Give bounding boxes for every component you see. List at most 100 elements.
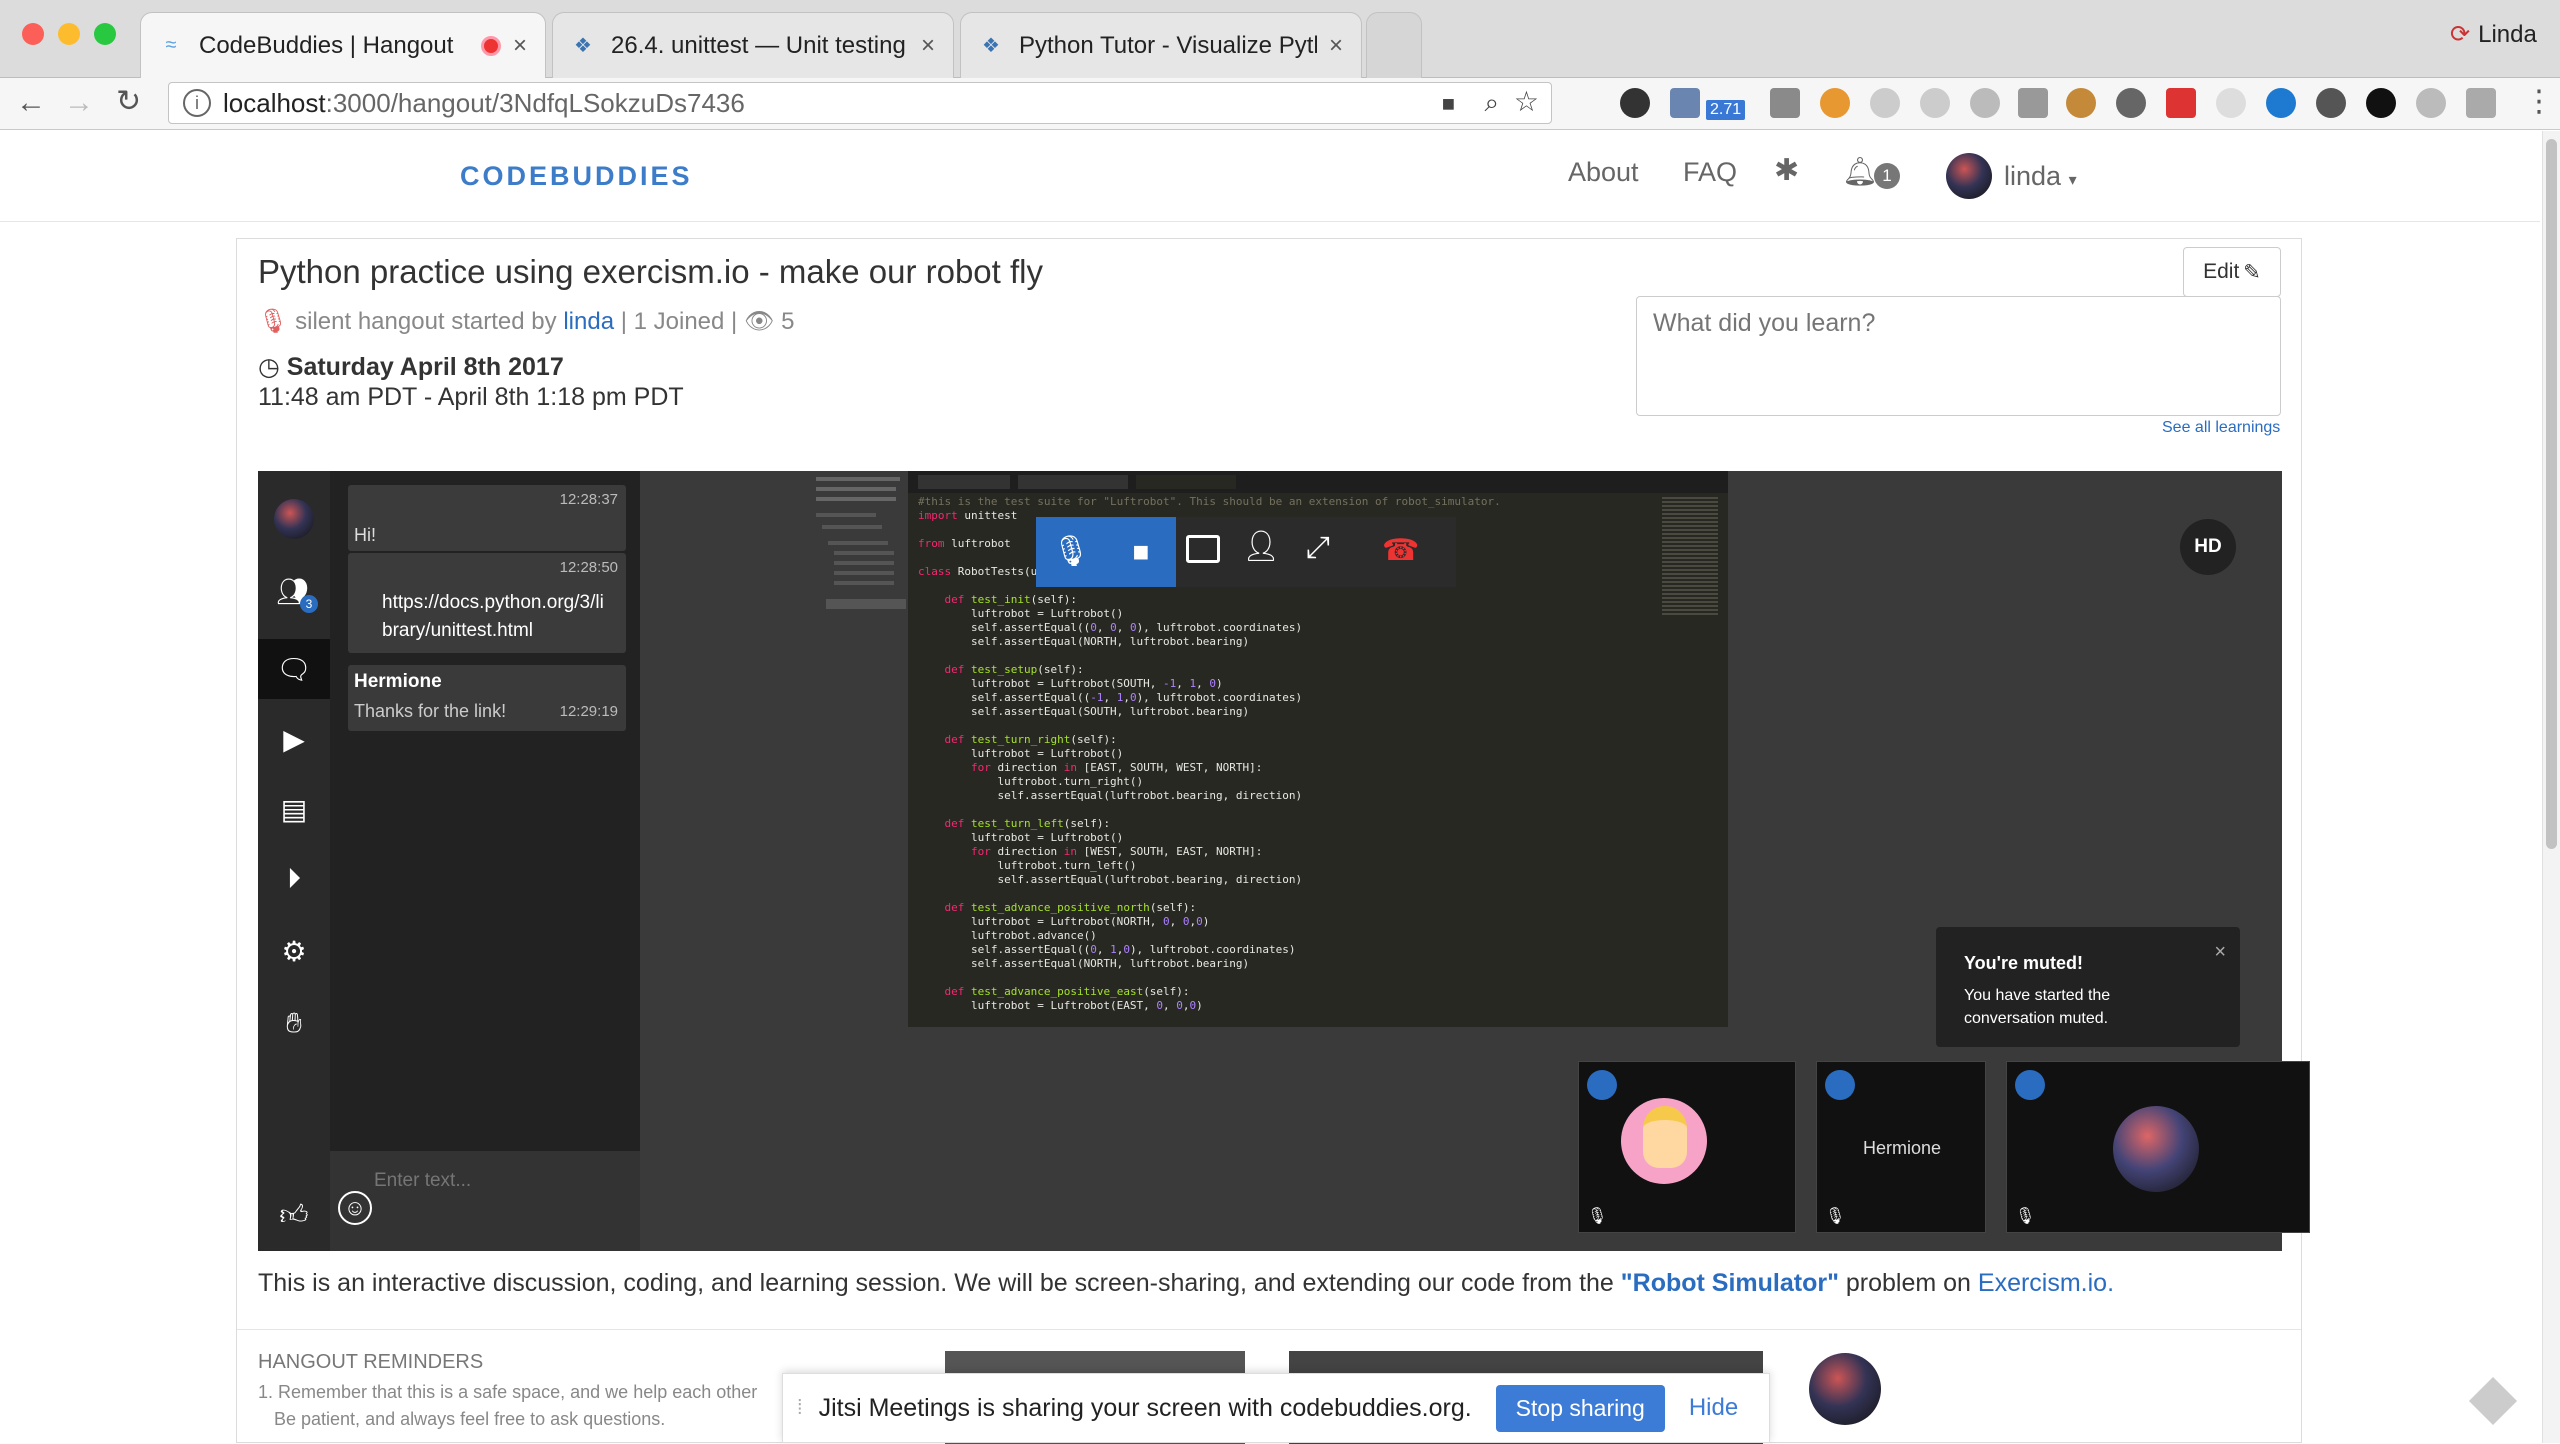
screen-share-icon[interactable] <box>1186 535 1220 563</box>
edit-button[interactable]: Edit ✎ <box>2183 247 2281 297</box>
bookmark-star-icon[interactable]: ☆ <box>1514 85 1539 118</box>
extension-icon[interactable] <box>1670 88 1700 118</box>
robot-simulator-link[interactable]: "Robot Simulator" <box>1621 1269 1839 1297</box>
extension-icon[interactable] <box>2266 88 2296 118</box>
address-bar[interactable]: i localhost:3000/hangout/3NdfqLSokzuDs74… <box>168 82 1552 124</box>
chat-message: 12:28:37 Hi! <box>348 485 626 551</box>
nav-faq[interactable]: FAQ <box>1683 157 1737 188</box>
close-window-icon[interactable] <box>22 23 44 45</box>
notifications-bell-icon[interactable]: 🔔︎ <box>1842 155 1878 188</box>
close-tab-icon[interactable]: × <box>921 32 935 60</box>
camera-icon[interactable]: ■ <box>1442 91 1455 117</box>
profile-badge[interactable]: ⟳ Linda <box>2450 20 2537 49</box>
notification-count: 1 <box>1874 163 1900 189</box>
raise-hand-icon[interactable]: ✋︎ <box>276 1005 312 1041</box>
forward-icon[interactable]: → <box>64 86 94 120</box>
conference-toolbar: 👥︎ 3 🗨︎ ▶ ▤ ⏵ ⚙ ✋︎ 👍︎ <box>258 471 330 1251</box>
extension-icon[interactable] <box>2466 88 2496 118</box>
learning-input[interactable] <box>1636 296 2281 416</box>
video-conference: 👥︎ 3 🗨︎ ▶ ▤ ⏵ ⚙ ✋︎ 👍︎ 12:28:37 Hi! 12:28… <box>258 471 2310 1251</box>
close-tab-icon[interactable]: × <box>513 32 527 60</box>
recording-play-icon[interactable]: ⏵ <box>276 861 312 897</box>
extension-icon[interactable] <box>2116 88 2146 118</box>
file-tree <box>812 471 908 1039</box>
hangup-icon[interactable]: ☎ <box>1382 533 1419 568</box>
recording-icon <box>480 35 501 56</box>
tab-unittest-docs[interactable]: ❖ 26.4. unittest — Unit testing fr × <box>552 12 954 78</box>
camera-toggle[interactable]: ■ <box>1106 517 1176 587</box>
hide-button[interactable]: Hide <box>1689 1394 1738 1422</box>
signal-icon <box>2015 1070 2045 1100</box>
profile-icon: ⟳ <box>2450 21 2471 48</box>
nav-about[interactable]: About <box>1568 157 1639 188</box>
section-divider <box>237 1329 2301 1330</box>
hangout-description: This is an interactive discussion, codin… <box>258 1269 2115 1297</box>
chat-message: 12:28:50 https://docs.python.org/3/libra… <box>348 553 626 653</box>
editor-statusbar <box>812 1027 1728 1039</box>
reload-icon[interactable]: ↻ <box>116 84 141 119</box>
extension-icon[interactable] <box>2166 88 2196 118</box>
menu-icon[interactable]: ⋮ <box>2524 84 2554 119</box>
user-avatar[interactable] <box>1946 153 1992 199</box>
editor-tabs <box>908 471 1728 493</box>
stop-sharing-button[interactable]: Stop sharing <box>1495 1384 1665 1432</box>
extension-icon[interactable] <box>2316 88 2346 118</box>
participant-thumbnail[interactable]: 🎙︎ <box>2006 1061 2310 1233</box>
avatar[interactable] <box>274 499 314 539</box>
thumbs-up-icon[interactable]: 👍︎ <box>276 1197 312 1233</box>
extension-icon[interactable] <box>1620 88 1650 118</box>
eye-icon: 👁︎ <box>743 308 775 335</box>
scrollbar-thumb[interactable] <box>2546 139 2557 849</box>
extension-icon[interactable] <box>2066 88 2096 118</box>
play-video-icon[interactable]: ▶ <box>276 721 312 757</box>
clock-icon: ◷ <box>258 353 280 381</box>
muted-mic-icon: 🎙︎ <box>1587 1208 1608 1225</box>
extension-badge: 2.71 <box>1706 100 1746 120</box>
extension-icon[interactable] <box>1920 88 1950 118</box>
edit-icon: ✎ <box>2243 260 2261 284</box>
drag-handle-icon[interactable]: ⁞ <box>797 1397 803 1420</box>
host-link[interactable]: linda <box>563 308 614 335</box>
extension-icon[interactable] <box>2366 88 2396 118</box>
exercism-link[interactable]: Exercism.io. <box>1978 1269 2114 1297</box>
zoom-icon[interactable]: ⌕ <box>1484 87 1499 119</box>
extension-icon[interactable] <box>1970 88 2000 118</box>
participant-thumbnail[interactable]: 🎙︎ <box>1578 1061 1796 1233</box>
extension-icon[interactable] <box>2018 88 2048 118</box>
extension-icon[interactable] <box>2216 88 2246 118</box>
brand-logo[interactable]: CODEBUDDIES <box>460 161 693 192</box>
document-icon[interactable]: ▤ <box>276 791 312 827</box>
see-all-learnings-link[interactable]: See all learnings <box>2162 419 2280 437</box>
tab-python-tutor[interactable]: ❖ Python Tutor - Visualize Pytho × <box>960 12 1362 78</box>
settings-gear-icon[interactable]: ⚙ <box>276 933 312 969</box>
user-menu[interactable]: linda ▾ <box>2004 161 2077 192</box>
invite-icon[interactable]: 👤︎ <box>1242 529 1280 564</box>
fullscreen-icon[interactable]: ⤢ <box>1306 531 1330 565</box>
extension-icon[interactable] <box>1770 88 1800 118</box>
minimize-window-icon[interactable] <box>58 23 80 45</box>
page-scrollbar[interactable] <box>2542 131 2560 1443</box>
close-tab-icon[interactable]: × <box>1329 32 1343 60</box>
mic-toggle[interactable]: 🎙︎ <box>1036 517 1106 587</box>
scroll-to-top-icon[interactable] <box>2468 1376 2518 1426</box>
chat-input[interactable] <box>374 1165 630 1197</box>
extension-icon[interactable] <box>1820 88 1850 118</box>
chat-icon[interactable]: 🗨︎ <box>276 651 312 687</box>
extension-icon[interactable] <box>1870 88 1900 118</box>
tab-codebuddies[interactable]: ≈ CodeBuddies | Hangout × <box>140 12 546 78</box>
signal-icon <box>1587 1070 1617 1100</box>
hangout-panel: Python practice using exercism.io - make… <box>236 238 2310 1444</box>
python-icon: ❖ <box>982 35 1000 57</box>
back-icon[interactable]: ← <box>16 86 46 120</box>
new-tab-button[interactable] <box>1366 12 1422 78</box>
settings-gear-icon[interactable]: ✱ <box>1774 153 1799 188</box>
extension-icon[interactable] <box>2416 88 2446 118</box>
chat-link[interactable]: https://docs.python.org/3/library/unitte… <box>382 589 610 645</box>
screen-sharing-bar: ⁞ Jitsi Meetings is sharing your screen … <box>782 1373 1770 1443</box>
close-icon[interactable]: × <box>2214 941 2226 964</box>
maximize-window-icon[interactable] <box>94 23 116 45</box>
participant-thumbnail[interactable]: Hermione 🎙︎ <box>1816 1061 1986 1233</box>
muted-notification: You're muted! You have started the conve… <box>1936 927 2240 1047</box>
chat-panel: 12:28:37 Hi! 12:28:50 https://docs.pytho… <box>330 471 640 1151</box>
emoji-icon[interactable]: ☺ <box>338 1191 372 1225</box>
